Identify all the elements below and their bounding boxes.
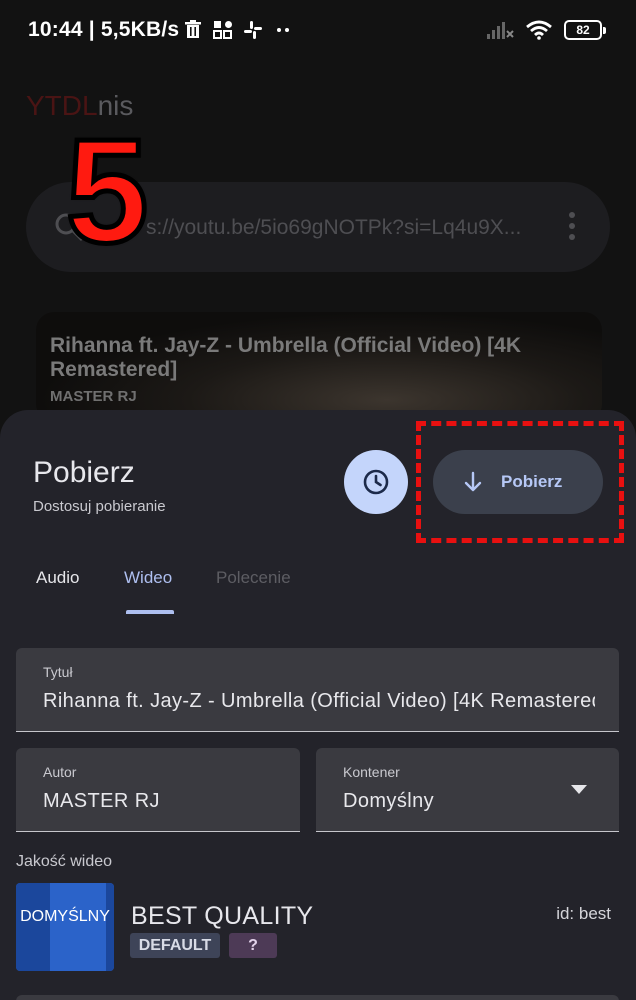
signal-icon	[487, 22, 514, 39]
search-input[interactable]: s://youtu.be/5io69gNOTPk?si=Lq4u9X...	[146, 216, 521, 240]
video-card-author: MASTER RJ	[50, 388, 137, 405]
status-time-speed: 10:44 | 5,5KB/s	[28, 18, 180, 41]
next-field-partial	[16, 995, 619, 1000]
sheet-subtitle: Dostosuj pobieranie	[33, 498, 166, 515]
active-tab-indicator	[126, 610, 174, 614]
unknown-badge: ?	[229, 933, 277, 958]
tab-command[interactable]: Polecenie	[216, 568, 291, 588]
author-field[interactable]: Autor MASTER RJ	[16, 748, 300, 832]
battery-icon: 82	[564, 20, 606, 40]
status-bar: 10:44 | 5,5KB/s 82	[0, 0, 636, 64]
format-tabs: Audio Wideo Polecenie	[0, 560, 636, 616]
video-result-card[interactable]: Rihanna ft. Jay-Z - Umbrella (Official V…	[36, 312, 602, 422]
step-number-overlay: 5	[63, 109, 150, 274]
apps-icon	[213, 21, 232, 39]
title-field-label: Tytuł	[43, 664, 73, 680]
quality-id: id: best	[556, 904, 611, 923]
container-select[interactable]: Kontener Domyślny	[316, 748, 619, 832]
video-quality-label: Jakość wideo	[16, 853, 113, 870]
tab-audio[interactable]: Audio	[36, 568, 79, 588]
author-field-label: Autor	[43, 764, 77, 780]
video-card-title: Rihanna ft. Jay-Z - Umbrella (Official V…	[50, 334, 522, 381]
more-notifications-icon	[277, 28, 289, 32]
quality-thumbnail-text: DOMYŚLNY	[20, 908, 110, 925]
title-field[interactable]: Tytuł Rihanna ft. Jay-Z - Umbrella (Offi…	[16, 648, 619, 732]
container-field-value: Domyślny	[343, 790, 434, 812]
status-system-icons: 82	[486, 20, 606, 40]
trash-icon	[185, 20, 201, 38]
schedule-download-button[interactable]	[344, 450, 408, 514]
author-field-value[interactable]: MASTER RJ	[43, 790, 160, 813]
slack-icon	[244, 21, 262, 39]
default-badge: DEFAULT	[130, 933, 220, 958]
highlight-annotation-box	[416, 421, 624, 543]
clock-icon	[363, 469, 389, 495]
title-field-value[interactable]: Rihanna ft. Jay-Z - Umbrella (Official V…	[43, 690, 595, 713]
container-field-label: Kontener	[343, 764, 400, 780]
download-bottom-sheet: Pobierz Dostosuj pobieranie Pobierz Audi…	[0, 410, 636, 1000]
chevron-down-icon[interactable]	[571, 785, 587, 794]
status-notification-icons	[183, 20, 293, 40]
tab-video[interactable]: Wideo	[124, 568, 172, 588]
wifi-icon	[526, 20, 552, 40]
quality-name[interactable]: BEST QUALITY	[131, 902, 313, 931]
quality-thumbnail[interactable]: DOMYŚLNY	[16, 883, 114, 971]
more-vert-icon[interactable]	[568, 212, 576, 242]
sheet-title: Pobierz	[33, 456, 135, 489]
